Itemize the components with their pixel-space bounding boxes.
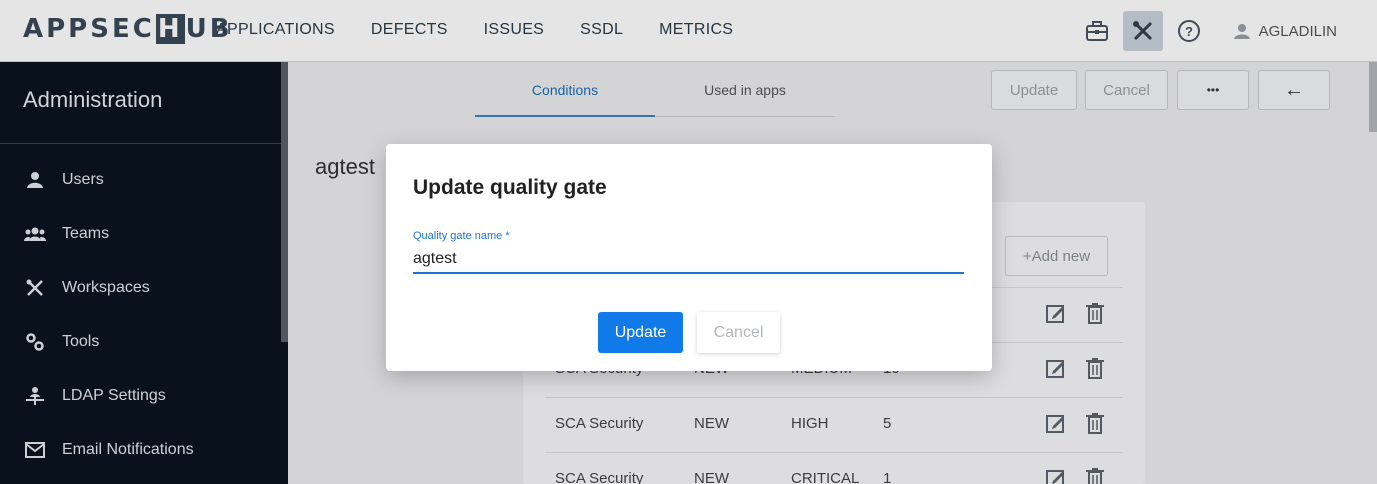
update-quality-gate-dialog: Update quality gate Quality gate name * … [386,144,992,371]
dialog-update-button[interactable]: Update [598,312,683,353]
quality-gate-name-input[interactable] [413,246,964,274]
quality-gate-name-label: Quality gate name * [413,230,510,242]
dialog-title: Update quality gate [413,176,607,199]
dialog-cancel-button[interactable]: Cancel [697,312,780,353]
